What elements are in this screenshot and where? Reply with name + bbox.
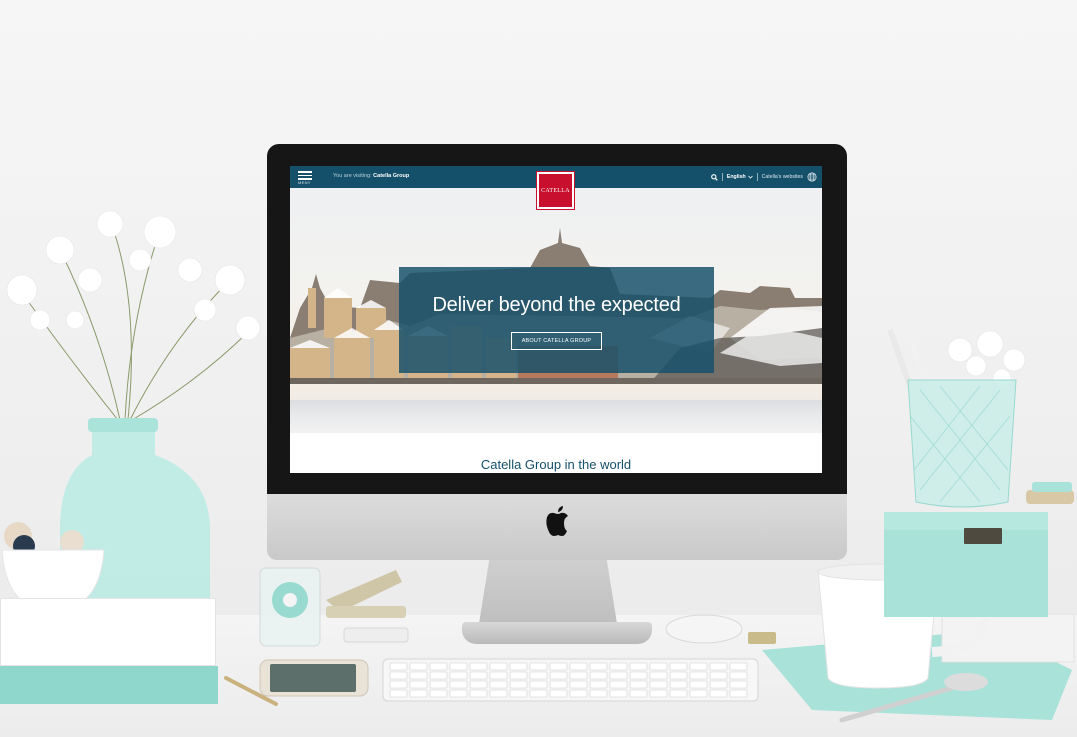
mint-book [0, 666, 218, 704]
about-catella-button[interactable]: ABOUT CATELLA GROUP [510, 332, 603, 350]
white-book [0, 598, 216, 666]
websites-link[interactable]: Catella's websites [762, 174, 803, 180]
globe-icon[interactable] [807, 172, 817, 182]
menu-button[interactable]: MENY [296, 169, 316, 186]
pen-holder [887, 323, 1026, 508]
header-tools: English Catella's websites [711, 171, 817, 183]
monitor-stand [478, 560, 618, 630]
mouse [665, 614, 743, 644]
visiting-indicator: You are visiting: Catella Group [333, 173, 409, 179]
keyboard [382, 658, 759, 702]
hero-overlay: Deliver beyond the expected ABOUT CATELL… [399, 267, 714, 373]
monitor-stand-base [462, 622, 652, 644]
storage-box [884, 512, 1048, 617]
language-selector[interactable]: English [727, 174, 753, 180]
chevron-down-icon [747, 175, 753, 179]
section-title: Catella Group in the world [480, 457, 632, 472]
apple-logo-icon [546, 506, 568, 536]
ribbon-spool [1026, 482, 1077, 512]
frozen-water [290, 400, 822, 433]
imac-monitor: MENY You are visiting: Catella Group Eng… [267, 144, 847, 560]
website-screen: MENY You are visiting: Catella Group Eng… [290, 166, 822, 473]
search-icon[interactable] [711, 173, 718, 181]
catella-logo[interactable]: CATELLA [537, 172, 574, 209]
hero-title: Deliver beyond the expected [432, 294, 681, 316]
language-label: English [726, 174, 746, 180]
pen [224, 676, 278, 706]
hero-section: Deliver beyond the expected ABOUT CATELL… [290, 188, 822, 433]
logo-text: CATELLA [541, 187, 570, 194]
menu-icon [298, 171, 312, 173]
visiting-label: You are visiting: [333, 173, 372, 179]
visiting-site-link[interactable]: Catella Group [373, 173, 409, 179]
tape-and-stapler [259, 567, 409, 647]
menu-label: MENY [298, 180, 311, 185]
